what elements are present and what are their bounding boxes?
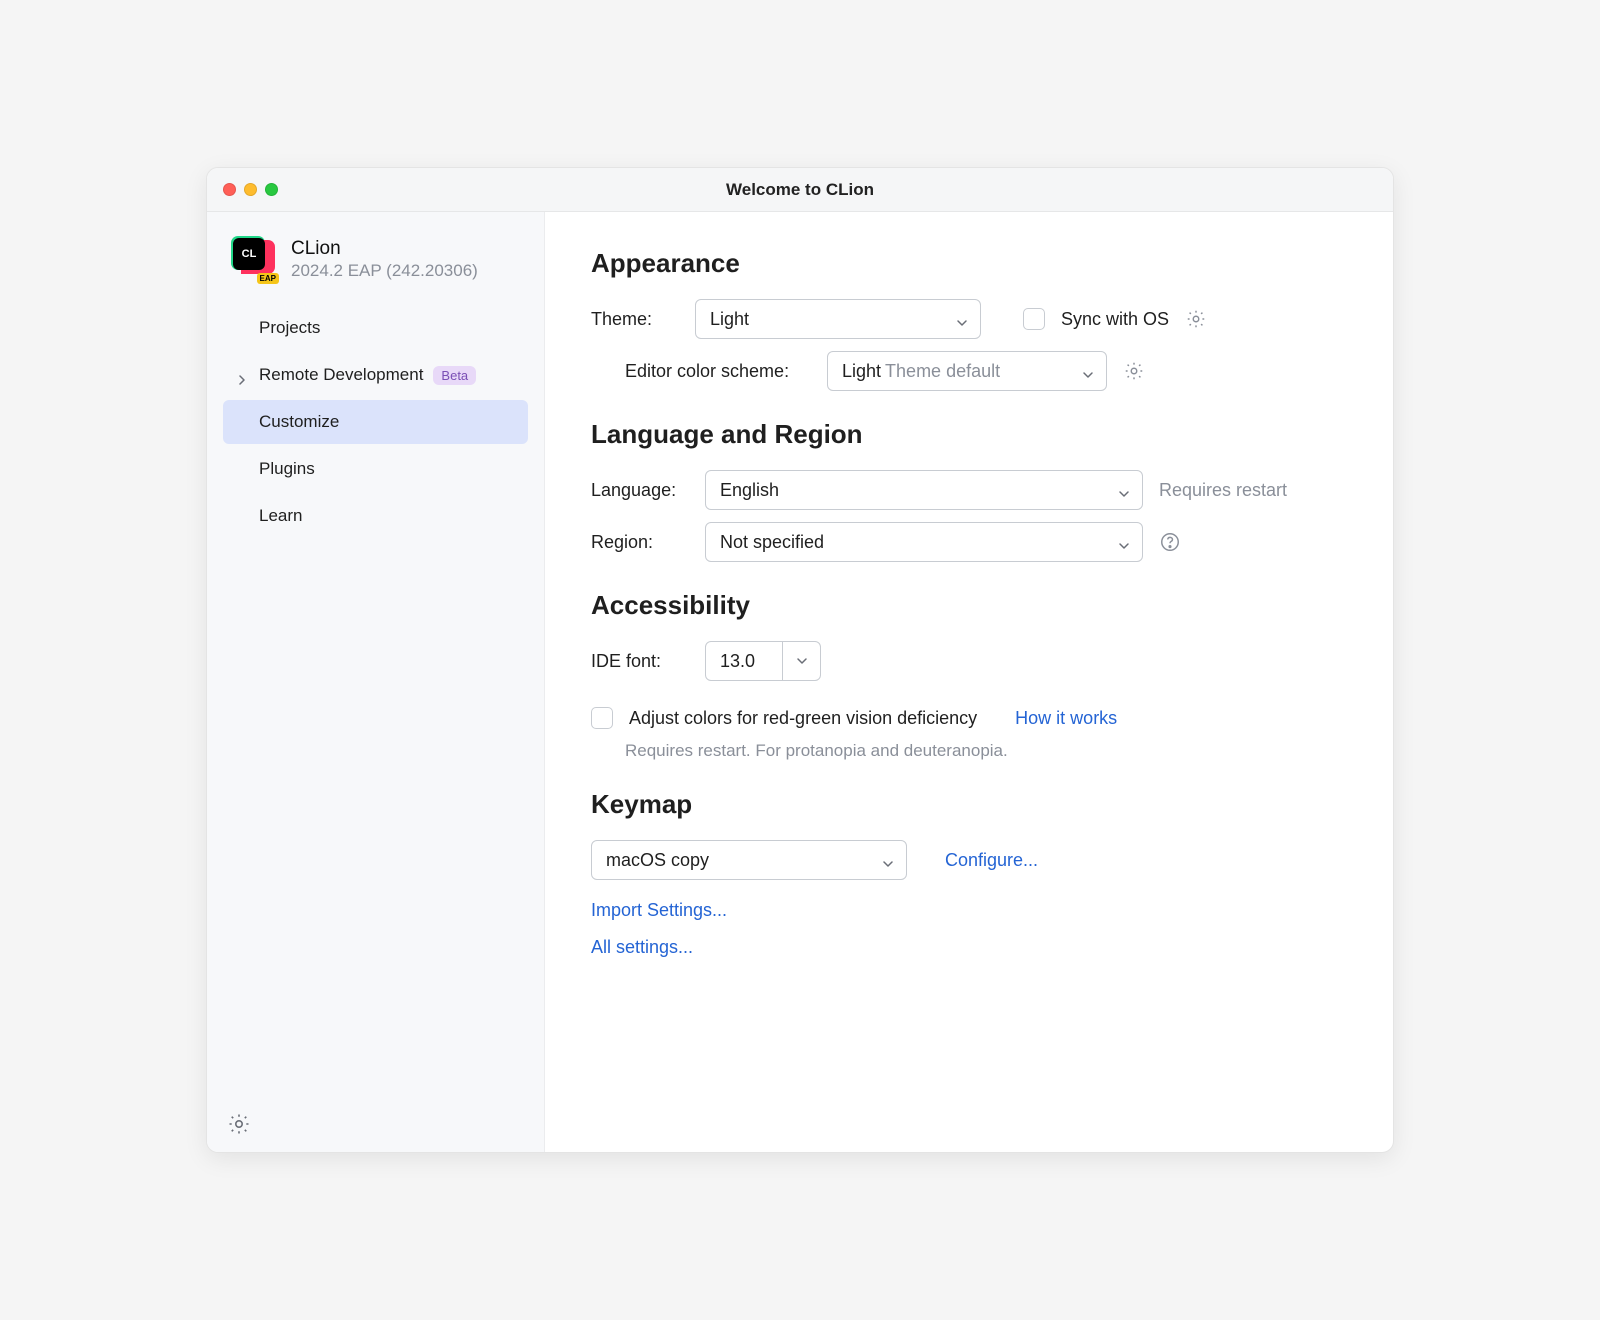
sync-with-os-gear-icon[interactable] xyxy=(1185,308,1207,330)
ide-font-label: IDE font: xyxy=(591,651,689,672)
chevron-down-icon xyxy=(1118,484,1130,496)
footer-links: Import Settings... All settings... xyxy=(591,900,1347,958)
language-row: Language: English Requires restart xyxy=(591,470,1347,510)
window-body: CL EAP CLion 2024.2 EAP (242.20306) Proj… xyxy=(207,212,1393,1152)
settings-gear-button[interactable] xyxy=(227,1112,251,1136)
region-row: Region: Not specified xyxy=(591,522,1347,562)
import-settings-link[interactable]: Import Settings... xyxy=(591,900,1347,921)
all-settings-link[interactable]: All settings... xyxy=(591,937,1347,958)
maximize-window-button[interactable] xyxy=(265,183,278,196)
lang-region-heading: Language and Region xyxy=(591,419,1347,450)
region-value: Not specified xyxy=(720,532,824,553)
language-label: Language: xyxy=(591,480,689,501)
keymap-select[interactable]: macOS copy xyxy=(591,840,907,880)
traffic-lights xyxy=(223,183,278,196)
brand-block: CL EAP CLion 2024.2 EAP (242.20306) xyxy=(207,212,544,300)
editor-scheme-select[interactable]: Light Theme default xyxy=(827,351,1107,391)
app-version: 2024.2 EAP (242.20306) xyxy=(291,261,478,281)
adjust-colors-note: Requires restart. For protanopia and deu… xyxy=(625,741,1347,761)
sync-with-os-label: Sync with OS xyxy=(1061,309,1169,330)
region-help-icon[interactable] xyxy=(1159,531,1181,553)
sidebar-item-customize[interactable]: Customize xyxy=(223,400,528,444)
chevron-down-icon xyxy=(1118,536,1130,548)
window-title: Welcome to CLion xyxy=(207,180,1393,200)
region-select[interactable]: Not specified xyxy=(705,522,1143,562)
sidebar-footer xyxy=(207,1096,544,1152)
sidebar: CL EAP CLion 2024.2 EAP (242.20306) Proj… xyxy=(207,212,545,1152)
minimize-window-button[interactable] xyxy=(244,183,257,196)
welcome-window: Welcome to CLion CL EAP CLion 2024.2 EAP… xyxy=(206,167,1394,1153)
sync-with-os-checkbox[interactable] xyxy=(1023,308,1045,330)
sidebar-item-label: Remote Development xyxy=(259,365,423,385)
ide-font-row: IDE font: 13.0 xyxy=(591,641,1347,681)
theme-row: Theme: Light Sync with OS xyxy=(591,299,1347,339)
sidebar-item-plugins[interactable]: Plugins xyxy=(223,447,528,491)
editor-scheme-gear-icon[interactable] xyxy=(1123,360,1145,382)
app-logo: CL EAP xyxy=(231,236,277,282)
region-label: Region: xyxy=(591,532,689,553)
how-it-works-link[interactable]: How it works xyxy=(1015,708,1117,729)
sidebar-item-label: Projects xyxy=(259,318,320,338)
editor-scheme-label: Editor color scheme: xyxy=(625,361,811,382)
language-select[interactable]: English xyxy=(705,470,1143,510)
titlebar: Welcome to CLion xyxy=(207,168,1393,212)
ide-font-spinbox[interactable]: 13.0 xyxy=(705,641,821,681)
theme-select[interactable]: Light xyxy=(695,299,981,339)
brand-text: CLion 2024.2 EAP (242.20306) xyxy=(291,238,478,281)
keymap-row: macOS copy Configure... xyxy=(591,840,1347,880)
chevron-down-icon xyxy=(956,313,968,325)
editor-scheme-row: Editor color scheme: Light Theme default xyxy=(591,351,1347,391)
adjust-colors-row: Adjust colors for red-green vision defic… xyxy=(591,707,1347,729)
keymap-heading: Keymap xyxy=(591,789,1347,820)
editor-scheme-value: Light xyxy=(842,361,881,382)
chevron-down-icon xyxy=(882,854,894,866)
sidebar-item-label: Customize xyxy=(259,412,339,432)
chevron-down-icon xyxy=(1082,365,1094,377)
adjust-colors-checkbox[interactable] xyxy=(591,707,613,729)
chevron-right-icon xyxy=(237,370,247,380)
accessibility-heading: Accessibility xyxy=(591,590,1347,621)
beta-badge: Beta xyxy=(433,366,476,385)
keymap-configure-link[interactable]: Configure... xyxy=(945,850,1038,871)
language-value: English xyxy=(720,480,779,501)
sidebar-nav: Projects Remote Development Beta Customi… xyxy=(207,300,544,538)
close-window-button[interactable] xyxy=(223,183,236,196)
content-panel: Appearance Theme: Light Sync with OS xyxy=(545,212,1393,1152)
theme-value: Light xyxy=(710,309,749,330)
ide-font-value[interactable]: 13.0 xyxy=(706,642,782,680)
theme-label: Theme: xyxy=(591,309,679,330)
app-name: CLion xyxy=(291,238,478,260)
ide-font-stepper[interactable] xyxy=(782,642,820,680)
editor-scheme-suffix: Theme default xyxy=(885,361,1000,382)
sidebar-item-remote-development[interactable]: Remote Development Beta xyxy=(223,353,528,397)
language-hint: Requires restart xyxy=(1159,480,1287,501)
sidebar-item-projects[interactable]: Projects xyxy=(223,306,528,350)
sidebar-item-label: Plugins xyxy=(259,459,315,479)
keymap-value: macOS copy xyxy=(606,850,709,871)
sidebar-item-label: Learn xyxy=(259,506,302,526)
adjust-colors-label: Adjust colors for red-green vision defic… xyxy=(629,708,977,729)
sidebar-item-learn[interactable]: Learn xyxy=(223,494,528,538)
appearance-heading: Appearance xyxy=(591,248,1347,279)
